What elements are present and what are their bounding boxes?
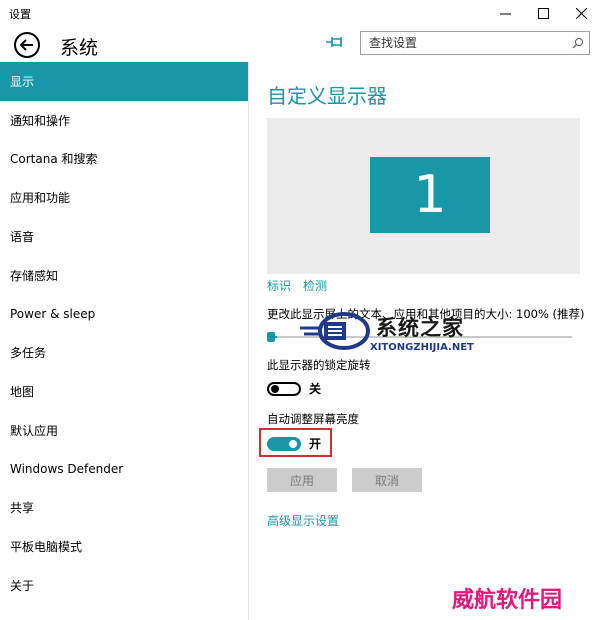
maximize-icon xyxy=(537,7,549,19)
sidebar-item-label: Power & sleep xyxy=(10,306,96,321)
toggle-knob xyxy=(271,384,279,393)
apply-button[interactable]: 应用 xyxy=(267,468,337,492)
search-input[interactable] xyxy=(361,32,561,54)
sidebar-item-label: Windows Defender xyxy=(10,461,124,476)
sidebar-item-storage[interactable]: 存储感知 xyxy=(0,256,248,295)
identify-link[interactable]: 标识 xyxy=(267,279,291,293)
rotation-lock-row: 关 xyxy=(267,380,321,397)
minimize-icon xyxy=(499,13,511,14)
sidebar-item-label: 存储感知 xyxy=(10,268,59,283)
sidebar-item-apps[interactable]: 应用和功能 xyxy=(0,178,248,217)
sidebar-item-label: 默认应用 xyxy=(10,423,59,438)
rotation-lock-state: 关 xyxy=(309,382,322,396)
window-title: 设置 xyxy=(9,8,31,21)
auto-brightness-state: 开 xyxy=(309,437,322,451)
toggle-knob xyxy=(289,439,297,448)
sidebar-item-label: Cortana 和搜索 xyxy=(10,152,98,167)
sidebar-item-power-sleep[interactable]: Power & sleep xyxy=(0,295,248,334)
back-button[interactable] xyxy=(14,32,40,58)
search-box[interactable] xyxy=(360,31,590,55)
sidebar-item-speech[interactable]: 语音 xyxy=(0,217,248,256)
sidebar-item-tablet-mode[interactable]: 平板电脑模式 xyxy=(0,527,248,566)
sidebar: 显示 通知和操作 Cortana 和搜索 应用和功能 语音 存储感知 Power… xyxy=(0,62,249,620)
watermark-logo-text: 系统之家 xyxy=(376,316,464,340)
watermark-e-icon xyxy=(300,312,370,350)
sidebar-item-notifications[interactable]: 通知和操作 xyxy=(0,101,248,140)
close-icon xyxy=(575,7,587,19)
slider-thumb[interactable] xyxy=(267,332,275,342)
auto-brightness-label: 自动调整屏幕亮度 xyxy=(267,412,359,426)
search-icon[interactable] xyxy=(572,37,584,49)
sidebar-item-label: 通知和操作 xyxy=(10,113,71,128)
title-bar: 设置 xyxy=(0,0,600,26)
sidebar-item-label: 语音 xyxy=(10,229,35,244)
sidebar-item-maps[interactable]: 地图 xyxy=(0,372,248,411)
sidebar-item-multitasking[interactable]: 多任务 xyxy=(0,333,248,372)
sidebar-item-label: 多任务 xyxy=(10,346,47,361)
sidebar-item-display[interactable]: 显示 xyxy=(0,62,248,101)
detect-link[interactable]: 检测 xyxy=(303,279,327,293)
pin-icon[interactable] xyxy=(326,36,344,48)
auto-brightness-row: 开 xyxy=(267,435,321,452)
advanced-display-settings-link[interactable]: 高级显示设置 xyxy=(267,512,339,529)
rotation-lock-toggle[interactable] xyxy=(267,381,301,396)
watermark-bottom-text: 威航软件园 xyxy=(452,587,563,613)
maximize-button[interactable] xyxy=(524,0,562,26)
watermark-logo: 系统之家 XITONGZHIJIA.NET xyxy=(300,300,520,366)
sidebar-item-share[interactable]: 共享 xyxy=(0,488,248,527)
sidebar-item-label: 关于 xyxy=(10,578,35,593)
sidebar-item-label: 共享 xyxy=(10,501,35,516)
sidebar-item-cortana[interactable]: Cortana 和搜索 xyxy=(0,140,248,179)
cancel-button[interactable]: 取消 xyxy=(352,468,422,492)
sidebar-item-label: 显示 xyxy=(10,74,35,89)
watermark-url-text: XITONGZHIJIA.NET xyxy=(370,342,474,353)
sidebar-item-windows-defender[interactable]: Windows Defender xyxy=(0,450,248,489)
sidebar-item-label: 应用和功能 xyxy=(10,191,71,206)
minimize-button[interactable] xyxy=(486,0,524,26)
header: 系统 xyxy=(0,26,600,62)
sidebar-item-default-apps[interactable]: 默认应用 xyxy=(0,411,248,450)
display-links: 标识 检测 xyxy=(267,277,339,294)
monitor-tile[interactable]: 1 xyxy=(370,157,490,233)
back-arrow-icon xyxy=(20,39,33,51)
auto-brightness-toggle[interactable] xyxy=(267,436,301,451)
sidebar-item-label: 地图 xyxy=(10,384,35,399)
sidebar-item-label: 平板电脑模式 xyxy=(10,539,83,554)
section-title: 系统 xyxy=(60,37,99,59)
page-title: 自定义显示器 xyxy=(267,84,387,108)
display-preview: 1 xyxy=(267,118,580,274)
sidebar-item-about[interactable]: 关于 xyxy=(0,566,248,605)
close-button[interactable] xyxy=(562,0,600,26)
